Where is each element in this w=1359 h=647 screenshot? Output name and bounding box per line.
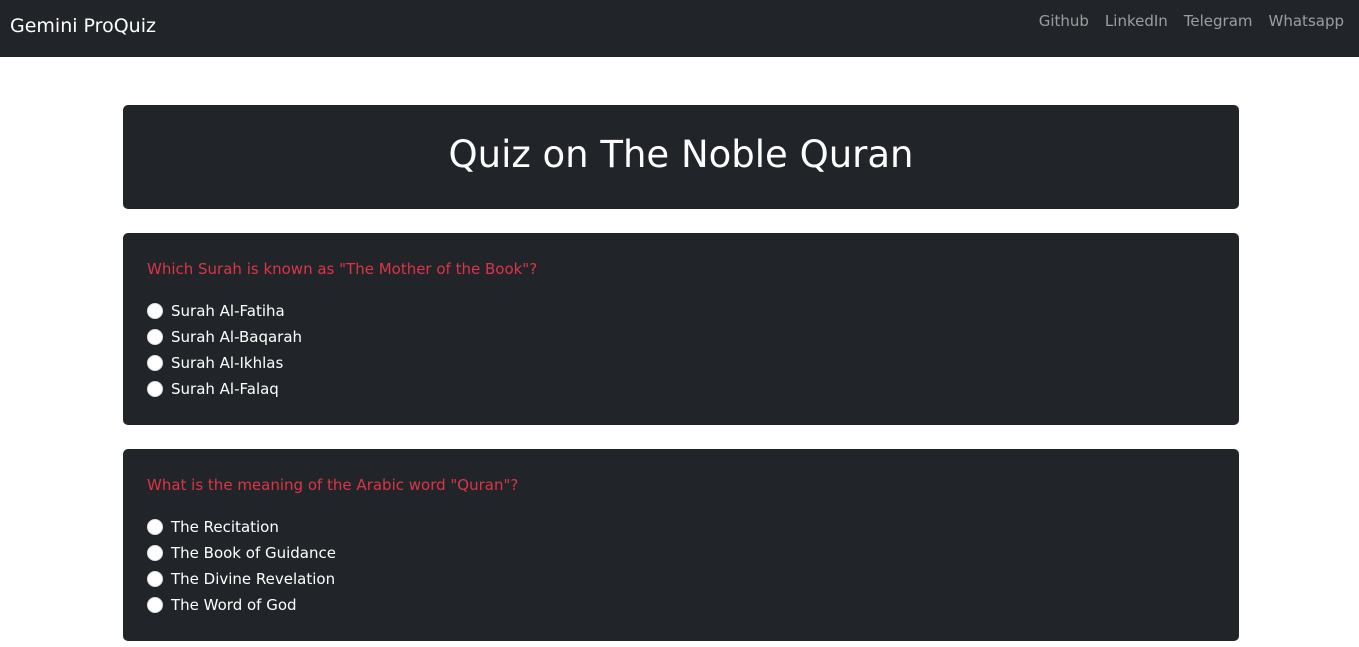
radio-button[interactable] <box>147 355 163 371</box>
question-card: What is the meaning of the Arabic word "… <box>123 449 1239 641</box>
page-title: Quiz on The Noble Quran <box>448 132 914 176</box>
nav-links: Github LinkedIn Telegram Whatsapp <box>1039 11 1344 31</box>
brand-link[interactable]: Gemini ProQuiz <box>10 14 156 38</box>
quiz-container: Quiz on The Noble Quran Which Surah is k… <box>123 105 1239 641</box>
nav-link-github[interactable]: Github <box>1039 11 1089 31</box>
radio-button[interactable] <box>147 519 163 535</box>
nav-link-whatsapp[interactable]: Whatsapp <box>1269 11 1344 31</box>
option-label: Surah Al-Ikhlas <box>171 354 284 372</box>
answer-option[interactable]: The Recitation <box>147 514 1215 540</box>
option-label: Surah Al-Falaq <box>171 380 279 398</box>
option-label: The Divine Revelation <box>171 570 336 588</box>
answer-option[interactable]: The Divine Revelation <box>147 566 1215 592</box>
option-label: Surah Al-Fatiha <box>171 302 285 320</box>
nav-link-telegram[interactable]: Telegram <box>1184 11 1253 31</box>
radio-button[interactable] <box>147 381 163 397</box>
nav-link-linkedin[interactable]: LinkedIn <box>1105 11 1168 31</box>
question-card: Which Surah is known as "The Mother of t… <box>123 233 1239 425</box>
answer-option[interactable]: Surah Al-Ikhlas <box>147 350 1215 376</box>
answer-option[interactable]: The Word of God <box>147 592 1215 618</box>
answer-option[interactable]: Surah Al-Falaq <box>147 376 1215 402</box>
answer-option[interactable]: The Book of Guidance <box>147 540 1215 566</box>
option-label: The Recitation <box>171 518 279 536</box>
option-label: Surah Al-Baqarah <box>171 328 303 346</box>
answer-option[interactable]: Surah Al-Baqarah <box>147 324 1215 350</box>
radio-button[interactable] <box>147 329 163 345</box>
radio-button[interactable] <box>147 571 163 587</box>
question-text: What is the meaning of the Arabic word "… <box>147 476 519 494</box>
radio-button[interactable] <box>147 545 163 561</box>
question-text: Which Surah is known as "The Mother of t… <box>147 260 538 278</box>
option-label: The Word of God <box>171 596 297 614</box>
navbar: Gemini ProQuiz Github LinkedIn Telegram … <box>0 0 1359 57</box>
title-card: Quiz on The Noble Quran <box>123 105 1239 209</box>
option-label: The Book of Guidance <box>171 544 336 562</box>
answer-option[interactable]: Surah Al-Fatiha <box>147 298 1215 324</box>
radio-button[interactable] <box>147 303 163 319</box>
radio-button[interactable] <box>147 597 163 613</box>
